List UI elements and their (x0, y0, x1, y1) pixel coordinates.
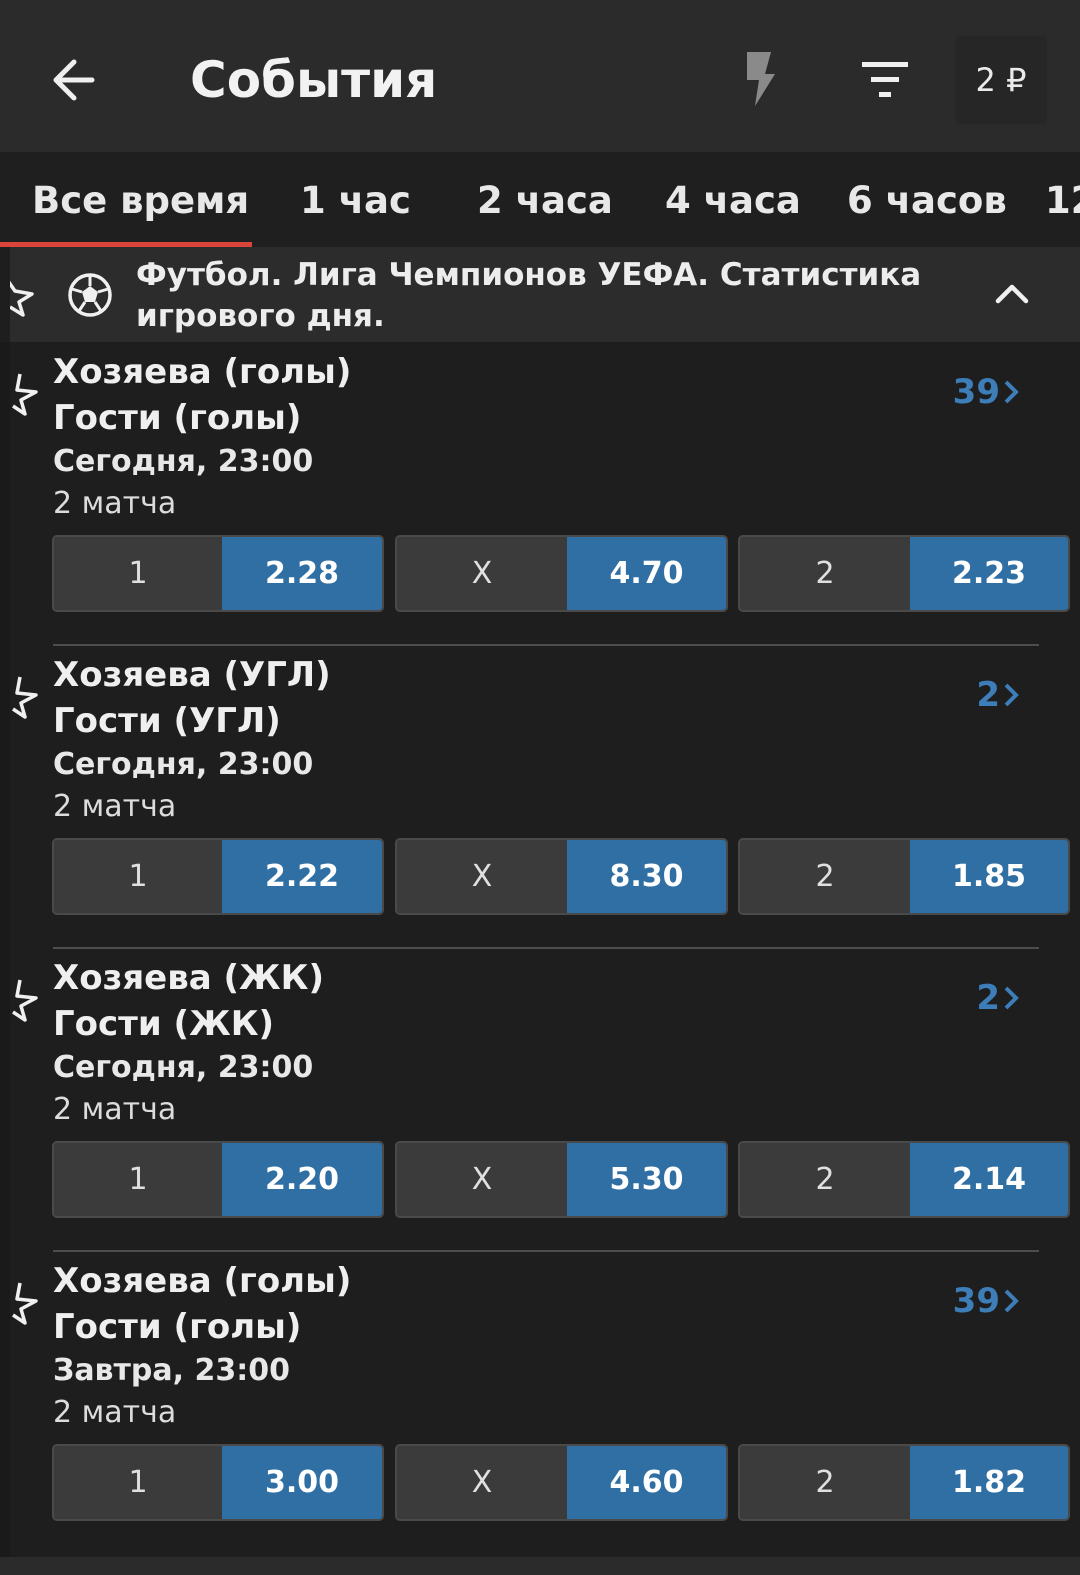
odd-button-draw[interactable]: X 4.70 (395, 535, 728, 612)
markets-count: 2 (976, 978, 1000, 1018)
odd-label: 2 (740, 1143, 910, 1216)
odd-label: 1 (54, 1446, 222, 1519)
tab-4-hours[interactable]: 4 часа (665, 152, 801, 247)
balance-display[interactable]: 2 ₽ (955, 36, 1047, 124)
odd-label: 1 (54, 537, 222, 610)
soccer-ball-icon (68, 273, 112, 317)
matches-count: 2 матча (53, 789, 177, 824)
back-arrow-icon (53, 59, 95, 101)
odd-value: 8.30 (567, 840, 726, 913)
tab-1-hour[interactable]: 1 час (300, 152, 411, 247)
home-team: Хозяева (УГЛ) (53, 655, 331, 695)
live-button[interactable] (735, 48, 785, 110)
odd-label: 2 (740, 840, 910, 913)
lightning-icon (747, 52, 775, 106)
odd-button-draw[interactable]: X 5.30 (395, 1141, 728, 1218)
home-team: Хозяева (голы) (53, 1261, 352, 1301)
odd-value: 2.28 (222, 537, 382, 610)
odd-label: 1 (54, 1143, 222, 1216)
odd-label: X (397, 537, 567, 610)
back-button[interactable] (40, 50, 110, 110)
event-card: Хозяева (УГЛ) Гости (УГЛ) Сегодня, 23:00… (0, 645, 1080, 949)
league-header[interactable]: Футбол. Лига Чемпионов УЕФА. Статистика … (10, 247, 1080, 342)
chevron-right-icon (1004, 380, 1019, 404)
matches-count: 2 матча (53, 486, 177, 521)
tab-2-hours[interactable]: 2 часа (477, 152, 613, 247)
matches-count: 2 матча (53, 1092, 177, 1127)
odd-value: 5.30 (567, 1143, 726, 1216)
home-team: Хозяева (голы) (53, 352, 352, 392)
odd-value: 1.85 (910, 840, 1068, 913)
odd-value: 1.82 (910, 1446, 1068, 1519)
odd-button-away[interactable]: 2 2.23 (738, 535, 1070, 612)
top-app-bar: События 2 ₽ (0, 0, 1080, 152)
event-time: Сегодня, 23:00 (53, 1050, 314, 1085)
star-icon[interactable] (8, 673, 40, 719)
star-icon[interactable] (10, 273, 42, 317)
away-team: Гости (ЖК) (53, 1004, 275, 1044)
markets-count: 2 (976, 675, 1000, 715)
chevron-right-icon (1004, 1289, 1019, 1313)
event-time: Завтра, 23:00 (53, 1353, 290, 1388)
away-team: Гости (УГЛ) (53, 701, 281, 741)
filter-icon (862, 62, 908, 97)
matches-count: 2 матча (53, 1395, 177, 1430)
odd-value: 4.60 (567, 1446, 726, 1519)
bottom-strip (0, 1557, 1080, 1575)
odd-button-home[interactable]: 1 3.00 (52, 1444, 384, 1521)
chevron-up-icon[interactable] (990, 277, 1034, 307)
odd-button-draw[interactable]: X 4.60 (395, 1444, 728, 1521)
odd-button-away[interactable]: 2 1.82 (738, 1444, 1070, 1521)
markets-count-link[interactable]: 39 (953, 370, 1020, 414)
odd-button-away[interactable]: 2 1.85 (738, 838, 1070, 915)
odd-button-draw[interactable]: X 8.30 (395, 838, 728, 915)
odd-label: 1 (54, 840, 222, 913)
odd-value: 4.70 (567, 537, 726, 610)
chevron-right-icon (1004, 986, 1019, 1010)
star-icon[interactable] (8, 976, 40, 1022)
league-name-line-2: игрового дня. (136, 298, 385, 334)
odd-label: X (397, 1143, 567, 1216)
league-name-line-1: Футбол. Лига Чемпионов УЕФА. Статистика (136, 257, 922, 293)
tab-12-hours[interactable]: 12 (1045, 152, 1080, 247)
away-team: Гости (голы) (53, 1307, 302, 1347)
event-time: Сегодня, 23:00 (53, 747, 314, 782)
odd-value: 2.14 (910, 1143, 1068, 1216)
away-team: Гости (голы) (53, 398, 302, 438)
markets-count-link[interactable]: 2 (976, 673, 1020, 717)
filter-button[interactable] (858, 58, 914, 102)
event-card: Хозяева (ЖК) Гости (ЖК) Сегодня, 23:00 2… (0, 948, 1080, 1252)
markets-count-link[interactable]: 39 (953, 1279, 1020, 1323)
odd-value: 2.23 (910, 537, 1068, 610)
page-title: События (190, 51, 438, 109)
odd-value: 3.00 (222, 1446, 382, 1519)
odd-value: 2.22 (222, 840, 382, 913)
event-card: Хозяева (голы) Гости (голы) Завтра, 23:0… (0, 1251, 1080, 1554)
league-name: Футбол. Лига Чемпионов УЕФА. Статистика … (136, 255, 936, 337)
odd-button-home[interactable]: 1 2.28 (52, 535, 384, 612)
odd-label: X (397, 840, 567, 913)
markets-count-link[interactable]: 2 (976, 976, 1020, 1020)
odd-value: 2.20 (222, 1143, 382, 1216)
tab-6-hours[interactable]: 6 часов (847, 152, 1007, 247)
star-icon[interactable] (8, 1279, 40, 1325)
odd-button-away[interactable]: 2 2.14 (738, 1141, 1070, 1218)
odd-label: 2 (740, 1446, 910, 1519)
home-team: Хозяева (ЖК) (53, 958, 325, 998)
odd-button-home[interactable]: 1 2.20 (52, 1141, 384, 1218)
odd-label: 2 (740, 537, 910, 610)
tab-all-time[interactable]: Все время (32, 152, 249, 247)
event-card: Хозяева (голы) Гости (голы) Сегодня, 23:… (0, 342, 1080, 646)
odd-label: X (397, 1446, 567, 1519)
time-filter-tabs: Все время 1 час 2 часа 4 часа 6 часов 12 (0, 152, 1080, 247)
chevron-right-icon (1004, 683, 1019, 707)
markets-count: 39 (952, 1281, 1000, 1321)
event-time: Сегодня, 23:00 (53, 444, 314, 479)
odd-button-home[interactable]: 1 2.22 (52, 838, 384, 915)
star-icon[interactable] (8, 370, 40, 416)
markets-count: 39 (952, 372, 1000, 412)
